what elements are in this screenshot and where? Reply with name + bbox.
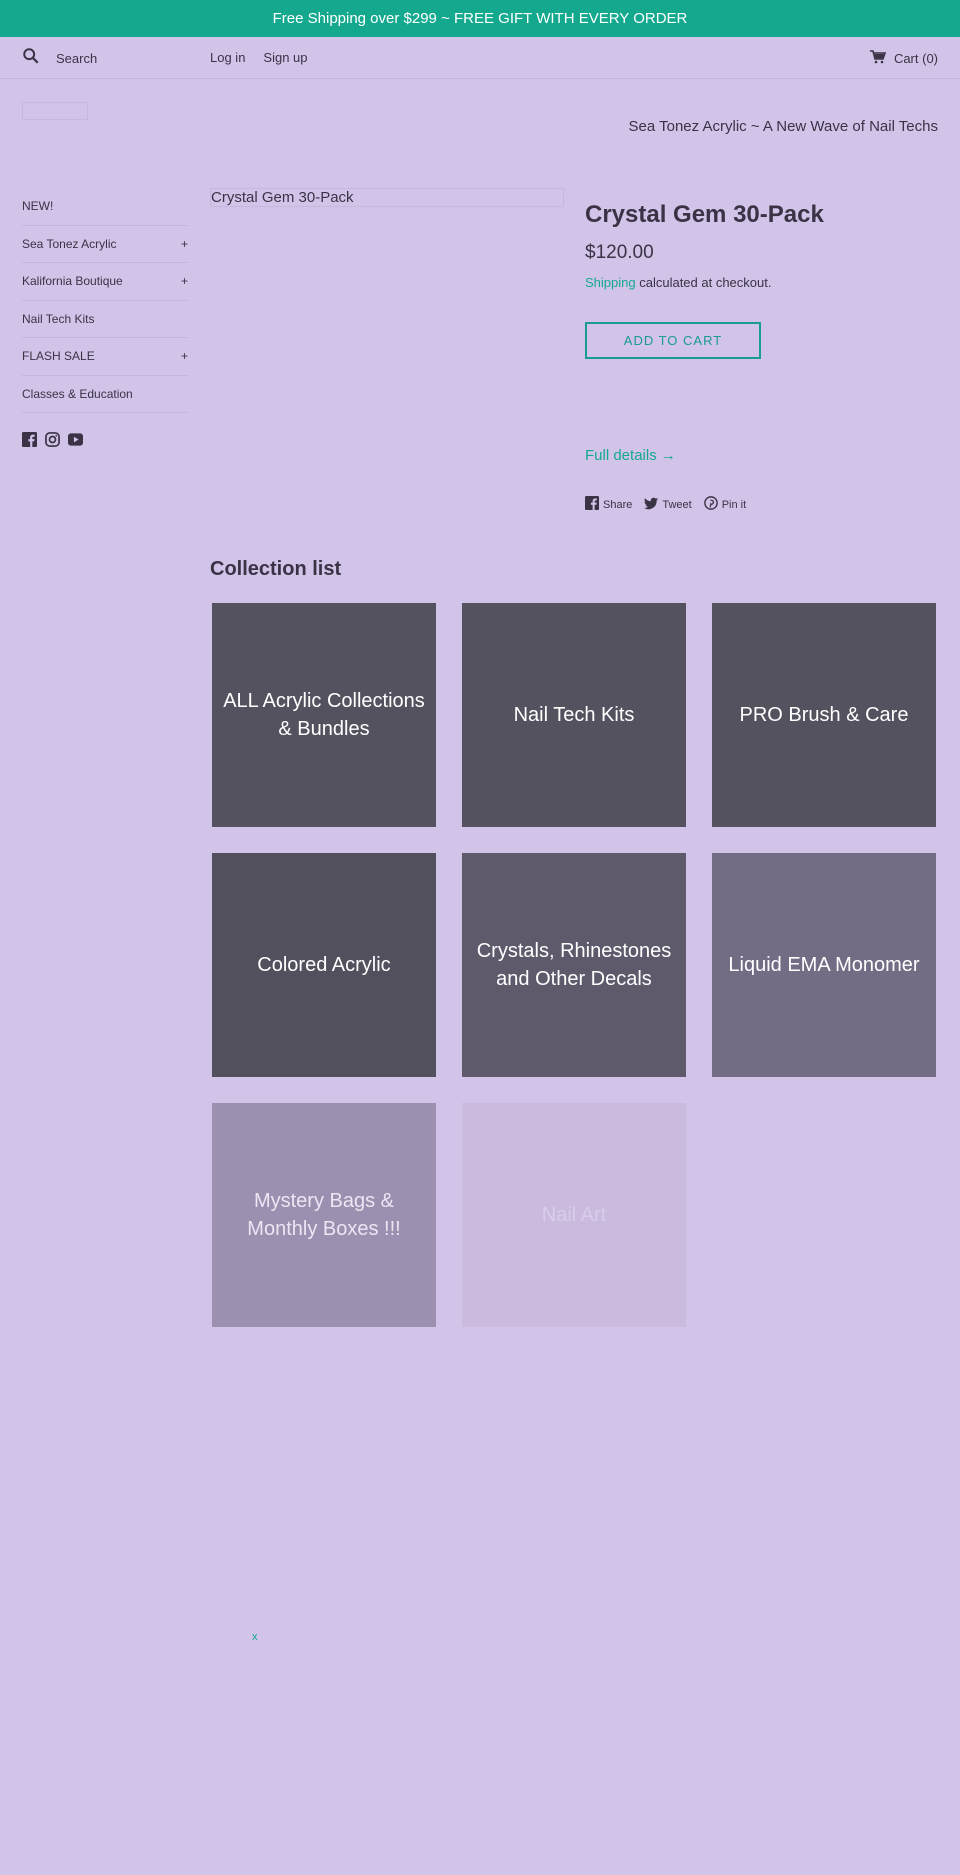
expand-icon[interactable]: + bbox=[181, 237, 188, 251]
top-bar: Log in Sign up Cart (0) bbox=[0, 37, 960, 79]
login-link[interactable]: Log in bbox=[210, 50, 245, 65]
logo[interactable] bbox=[22, 102, 88, 120]
product-title: Crystal Gem 30-Pack bbox=[585, 201, 824, 228]
collection-tile-mystery-bags[interactable]: Mystery Bags & Monthly Boxes !!! bbox=[212, 1103, 436, 1327]
collection-tile-crystals-rhinestones[interactable]: Crystals, Rhinestones and Other Decals bbox=[462, 853, 686, 1077]
sidebar-nav: NEW! Sea Tonez Acrylic + Kalifornia Bout… bbox=[22, 188, 188, 413]
share-facebook-label: Share bbox=[603, 498, 633, 511]
product-price: $120.00 bbox=[585, 242, 654, 263]
share-twitter-label: Tweet bbox=[662, 498, 692, 511]
collection-tile-nail-tech-kits[interactable]: Nail Tech Kits bbox=[462, 603, 686, 827]
facebook-icon[interactable] bbox=[22, 432, 37, 452]
collection-tile-colored-acrylic[interactable]: Colored Acrylic bbox=[212, 853, 436, 1077]
sidebar-item-flash-sale[interactable]: FLASH SALE + bbox=[22, 338, 188, 376]
sidebar-item-kalifornia-boutique[interactable]: Kalifornia Boutique + bbox=[22, 263, 188, 301]
sidebar-item-label: Sea Tonez Acrylic bbox=[22, 236, 117, 251]
cart-label: Cart (0) bbox=[893, 51, 938, 66]
site-tagline: Sea Tonez Acrylic ~ A New Wave of Nail T… bbox=[628, 118, 938, 135]
sidebar-item-label: Kalifornia Boutique bbox=[22, 274, 123, 289]
collection-tile-nail-art[interactable]: Nail Art bbox=[462, 1103, 686, 1327]
sidebar-item-label: NEW! bbox=[22, 199, 54, 214]
announcement-bar: Free Shipping over $299 ~ FREE GIFT WITH… bbox=[0, 0, 960, 37]
expand-icon[interactable]: + bbox=[181, 274, 188, 288]
search-form[interactable] bbox=[22, 47, 182, 69]
signup-link[interactable]: Sign up bbox=[263, 50, 307, 65]
collection-tile-pro-brush-care[interactable]: PRO Brush & Care bbox=[712, 603, 936, 827]
sidebar-item-classes-education[interactable]: Classes & Education bbox=[22, 376, 188, 413]
share-pinterest-button[interactable]: Pin it bbox=[703, 496, 747, 513]
sidebar-item-sea-tonez-acrylic[interactable]: Sea Tonez Acrylic + bbox=[22, 226, 188, 263]
shipping-text: calculated at checkout. bbox=[635, 275, 772, 290]
pinterest-icon bbox=[703, 496, 718, 513]
full-details-link[interactable]: Full details → bbox=[585, 447, 676, 464]
sidebar-item-label: Nail Tech Kits bbox=[22, 311, 95, 326]
search-icon[interactable] bbox=[22, 47, 40, 70]
share-pinterest-label: Pin it bbox=[721, 498, 747, 511]
collection-list-heading: Collection list bbox=[210, 558, 342, 580]
expand-icon[interactable]: + bbox=[181, 349, 188, 363]
cart-link[interactable]: Cart (0) bbox=[869, 50, 938, 67]
account-links: Log in Sign up bbox=[210, 50, 308, 65]
add-to-cart-button[interactable]: ADD TO CART bbox=[585, 322, 761, 359]
announcement-text: Free Shipping over $299 ~ FREE GIFT WITH… bbox=[272, 10, 688, 27]
cart-icon bbox=[869, 50, 887, 67]
twitter-icon bbox=[644, 496, 659, 513]
youtube-icon[interactable] bbox=[68, 432, 83, 452]
social-links bbox=[22, 432, 83, 452]
share-facebook-button[interactable]: Share bbox=[585, 496, 632, 513]
search-input[interactable] bbox=[56, 50, 176, 66]
sidebar-item-new[interactable]: NEW! bbox=[22, 188, 188, 226]
sidebar-item-label: FLASH SALE bbox=[22, 349, 95, 364]
sidebar-item-label: Classes & Education bbox=[22, 386, 133, 401]
sidebar-item-nail-tech-kits[interactable]: Nail Tech Kits bbox=[22, 301, 188, 338]
collection-tile-all-acrylic[interactable]: ALL Acrylic Collections & Bundles bbox=[212, 603, 436, 827]
share-twitter-button[interactable]: Tweet bbox=[644, 496, 692, 513]
facebook-icon bbox=[585, 496, 599, 513]
instagram-icon[interactable] bbox=[45, 432, 60, 452]
shipping-note: Shipping calculated at checkout. bbox=[585, 275, 771, 290]
shipping-link[interactable]: Shipping bbox=[585, 275, 636, 290]
product-image: Crystal Gem 30-Pack bbox=[210, 188, 564, 207]
collection-tile-liquid-ema-monomer[interactable]: Liquid EMA Monomer bbox=[712, 853, 936, 1077]
close-icon[interactable]: x bbox=[252, 1631, 258, 1643]
share-buttons: Share Tweet Pin it bbox=[585, 496, 746, 513]
